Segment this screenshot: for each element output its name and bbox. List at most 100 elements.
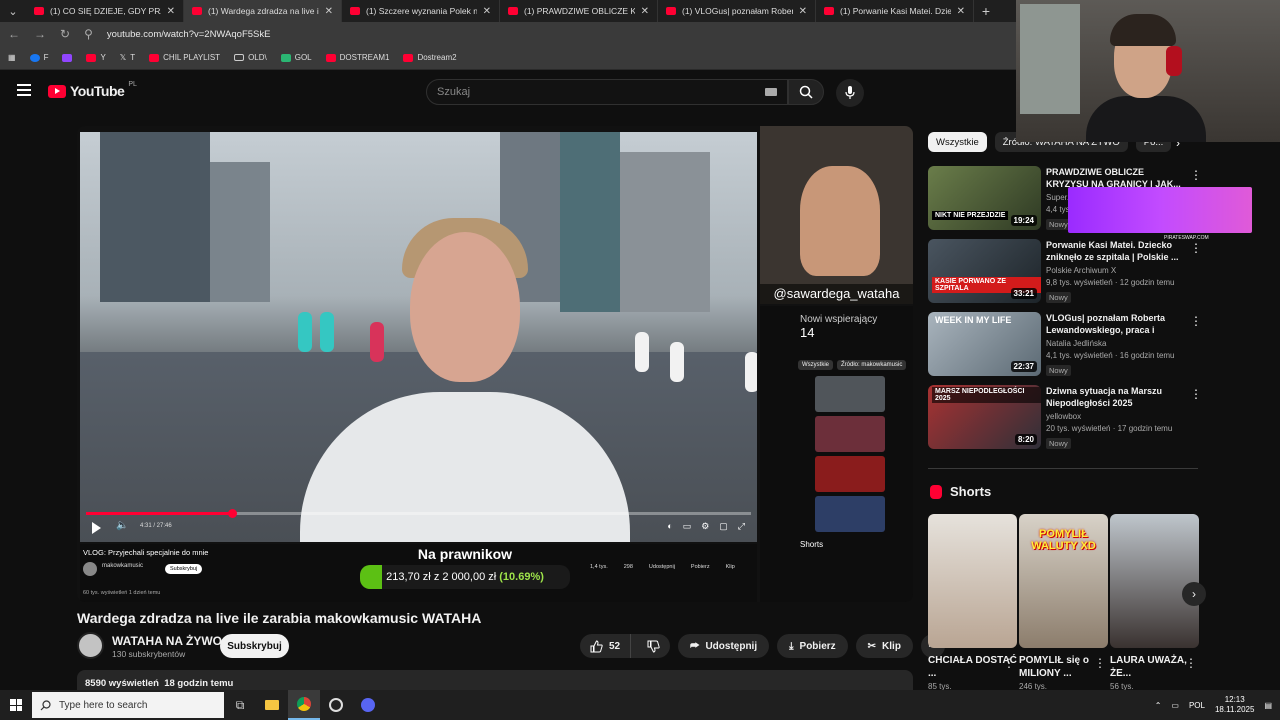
search-input[interactable]: Szukaj <box>426 79 788 105</box>
more-vert-icon[interactable]: ⋮ <box>1190 241 1202 255</box>
chevron-right-icon[interactable]: › <box>1182 582 1206 606</box>
close-tab-icon[interactable]: ✕ <box>799 6 807 17</box>
close-tab-icon[interactable]: ✕ <box>641 6 649 17</box>
progress-knob[interactable] <box>228 509 238 518</box>
file-explorer-icon[interactable] <box>256 690 288 720</box>
chrome-icon[interactable] <box>288 690 320 720</box>
keyboard-icon[interactable] <box>765 88 777 96</box>
close-tab-icon[interactable]: ✕ <box>167 6 175 17</box>
browser-tab[interactable]: (1) Szczere wyznania Polek na t ✕ <box>342 0 500 22</box>
download-button[interactable]: ⤓ Pobierz <box>777 634 848 658</box>
overlay-chip: Wszystkie <box>798 360 833 370</box>
obs-icon[interactable] <box>320 690 352 720</box>
bookmark-item[interactable]: Dostream2 <box>403 53 457 62</box>
recommendation-item[interactable]: WEEK IN MY LIFE 22:37 VLOGus| poznałam R… <box>928 312 1202 378</box>
bookmark-folder[interactable]: OLD\ <box>234 53 267 62</box>
short-thumbnail[interactable] <box>1110 514 1199 648</box>
notifications-icon[interactable]: ▤ <box>1264 701 1272 710</box>
tray-chevron-icon[interactable]: ⌃ <box>1155 701 1162 710</box>
inner-action: Klip <box>725 564 735 570</box>
short-item[interactable]: POMYLIŁ WALUTY XD POMYLIŁ się o MILIONY … <box>1019 514 1108 691</box>
bookmark-item[interactable]: DOSTREAM1 <box>325 53 389 62</box>
start-button[interactable] <box>0 690 32 720</box>
control-icons: ◐ ▭ ⚙ ▢ ⤢ <box>667 521 745 532</box>
channel-avatar[interactable] <box>77 632 104 659</box>
recommendation-thumbnail[interactable]: WEEK IN MY LIFE 22:37 <box>928 312 1041 376</box>
settings-icon[interactable]: ⚙ <box>701 521 709 532</box>
short-thumbnail[interactable]: POMYLIŁ WALUTY XD <box>1019 514 1108 648</box>
more-vert-icon[interactable]: ⋮ <box>1185 656 1197 670</box>
recommendation-thumbnail[interactable]: KASIE PORWANO ZE SZPITALA 33:21 <box>928 239 1041 303</box>
recommendation-thumbnail[interactable]: NIKT NIE PRZEJDZIE 19:24 <box>928 166 1041 230</box>
bookmark-item[interactable]: F <box>29 53 49 62</box>
task-view-icon[interactable]: ⧉ <box>224 690 256 720</box>
share-button[interactable]: ⮫ Udostępnij <box>678 634 770 658</box>
bookmark-label: F <box>43 53 49 62</box>
description-box[interactable]: 8590 wyświetleń 18 godzin temu <box>77 670 913 692</box>
captions-icon[interactable]: ▭ <box>683 521 692 532</box>
tab-search-icon[interactable]: ⌄ <box>0 0 26 22</box>
chip-all[interactable]: Wszystkie <box>928 132 987 152</box>
thumb-caption: MARSZ NIEPODLEGŁOŚCI 2025 <box>932 387 1041 403</box>
play-icon[interactable] <box>92 522 101 534</box>
language-indicator[interactable]: POL <box>1189 701 1205 710</box>
clip-button[interactable]: ✂ Klip <box>855 634 913 658</box>
bookmark-item[interactable] <box>62 53 73 62</box>
autoplay-icon[interactable]: ◐ <box>667 521 672 532</box>
more-vert-icon[interactable]: ⋮ <box>1190 387 1202 401</box>
miniplayer-icon[interactable]: ▢ <box>719 521 728 532</box>
more-vert-icon[interactable]: ⋮ <box>1094 656 1106 670</box>
gol-icon <box>280 53 291 62</box>
browser-tab-active[interactable]: (1) Wardega zdradza na live ile ✕ <box>184 0 342 22</box>
search-button[interactable] <box>788 79 824 105</box>
dislike-button[interactable] <box>637 634 670 658</box>
browser-tab[interactable]: (1) Porwanie Kasi Matei. Dzieck ✕ <box>816 0 974 22</box>
clock[interactable]: 12:13 18.11.2025 <box>1215 695 1254 715</box>
channel-name[interactable]: WATAHA NA ŻYWO <box>112 634 222 648</box>
video-player[interactable]: @sawardega_wataha Nowi wspierający 14 Ws… <box>77 126 913 602</box>
close-tab-icon[interactable]: ✕ <box>325 6 333 17</box>
menu-icon[interactable] <box>17 84 31 96</box>
site-info-icon[interactable]: ⚲ <box>84 27 93 41</box>
bookmark-item[interactable]: Y <box>86 53 106 62</box>
discord-icon[interactable] <box>352 690 384 720</box>
network-icon[interactable]: ▭ <box>1171 701 1179 710</box>
inner-action: 1,4 tys. <box>590 564 608 570</box>
like-button[interactable]: 52 <box>580 634 632 658</box>
more-vert-icon[interactable]: ⋮ <box>1003 656 1015 670</box>
voice-search-button[interactable] <box>836 79 864 107</box>
new-tab-icon[interactable]: + <box>974 0 998 22</box>
browser-tab[interactable]: (1) VLOGus| poznałam Roberta ✕ <box>658 0 816 22</box>
recommendation-item[interactable]: KASIE PORWANO ZE SZPITALA 33:21 Porwanie… <box>928 239 1202 305</box>
short-thumbnail[interactable] <box>928 514 1017 648</box>
recommendation-thumbnail[interactable]: MARSZ NIEPODLEGŁOŚCI 2025 8:20 <box>928 385 1041 449</box>
subscribe-button[interactable]: Subskrybuj <box>220 634 289 658</box>
more-vert-icon[interactable]: ⋮ <box>1190 314 1202 328</box>
logo-text: YouTube <box>70 83 125 99</box>
more-vert-icon[interactable]: ⋮ <box>1190 168 1202 182</box>
donation-current: 213,70 zł <box>386 571 431 583</box>
short-item[interactable]: CHCIAŁA DOSTAĆ ... 85 tys. ⋮ <box>928 514 1017 691</box>
browser-tab[interactable]: (1) PRAWDZIWE OBLICZE KRYZ ✕ <box>500 0 658 22</box>
overlay-thumb <box>815 416 885 452</box>
bookmark-label: Y <box>100 53 106 62</box>
bookmark-item[interactable]: GOL <box>280 53 312 62</box>
browser-tab[interactable]: (1) CO SIĘ DZIEJE, GDY PRZESTA ✕ <box>26 0 184 22</box>
back-icon[interactable]: ← <box>8 27 20 41</box>
reload-icon[interactable]: ↻ <box>60 27 70 41</box>
bookmark-item[interactable]: 𝕏T <box>120 53 135 62</box>
bookmark-item[interactable]: CHIL PLAYLIST <box>149 53 220 62</box>
tab-title: (1) PRAWDZIWE OBLICZE KRYZ <box>524 6 635 16</box>
close-tab-icon[interactable]: ✕ <box>957 6 965 17</box>
url-field[interactable]: youtube.com/watch?v=2NWAqoF5SkE <box>107 29 271 40</box>
close-tab-icon[interactable]: ✕ <box>483 6 491 17</box>
apps-icon[interactable]: ▦ <box>8 53 16 62</box>
forward-icon[interactable]: → <box>34 27 46 41</box>
overlay-chip: Źródło: makowkamusic <box>837 360 907 370</box>
fullscreen-icon[interactable]: ⤢ <box>738 521 745 532</box>
youtube-logo[interactable]: YouTube PL <box>48 81 137 99</box>
recommendation-item[interactable]: MARSZ NIEPODLEGŁOŚCI 2025 8:20 Dziwna sy… <box>928 385 1202 451</box>
taskbar-search[interactable]: Type here to search <box>32 692 224 718</box>
volume-icon[interactable]: 🔈 <box>116 520 128 531</box>
progress-bar[interactable] <box>86 509 751 518</box>
